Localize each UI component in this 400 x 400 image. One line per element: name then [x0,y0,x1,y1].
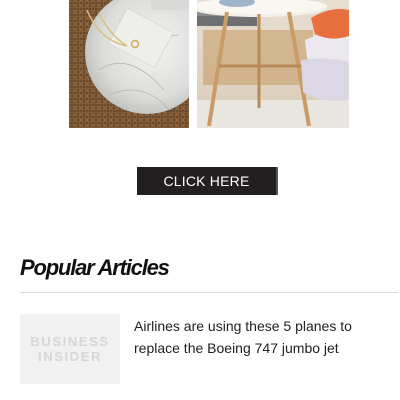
article-headline-link[interactable]: Airlines are using these 5 planes to rep… [134,315,384,359]
business-insider-logo-line1: BUSINESS [30,334,110,349]
product-image-side-table[interactable] [197,0,349,128]
click-here-button[interactable]: CLICK HERE [137,167,278,195]
article-list-item[interactable]: BUSINESS INSIDER Airlines are using thes… [20,314,398,384]
product-image-marble-tray[interactable] [69,0,189,128]
popular-articles-heading: Popular Articles [20,255,170,280]
article-thumbnail[interactable]: BUSINESS INSIDER [20,314,120,384]
side-table-picture [197,0,349,128]
page: CLICK HERE Popular Articles BUSINESS INS… [0,0,400,400]
marble-tray-picture [69,0,189,128]
product-image-row [69,0,349,128]
business-insider-logo-line2: INSIDER [38,349,102,364]
section-divider [20,292,398,293]
